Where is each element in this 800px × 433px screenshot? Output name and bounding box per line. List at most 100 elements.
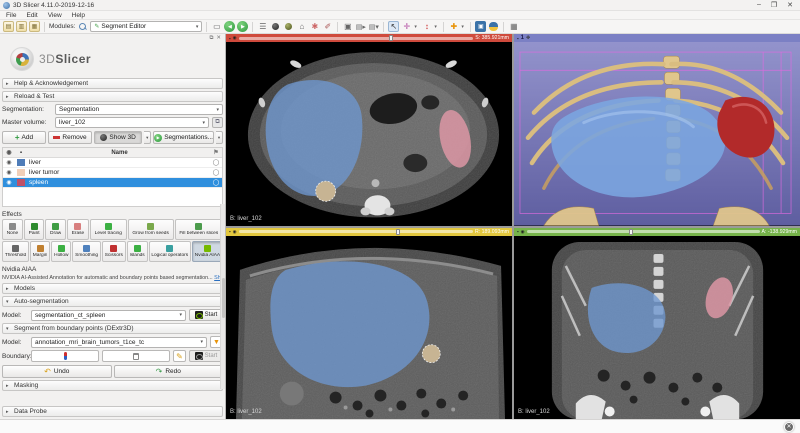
- effect-nvidia-aiaa[interactable]: Nvidia AIAA: [192, 241, 223, 262]
- add-markup-caret-icon[interactable]: ▾: [461, 24, 466, 30]
- volume-settings-button[interactable]: ⧉: [212, 117, 223, 128]
- red-slice-slider[interactable]: [239, 37, 474, 40]
- master-volume-selector[interactable]: liver_102 ▾: [55, 117, 209, 128]
- eye-icon[interactable]: ◉: [3, 179, 15, 186]
- menu-edit[interactable]: Edit: [26, 12, 37, 19]
- pin-icon[interactable]: ▪: [517, 229, 519, 234]
- eye-icon[interactable]: ◉: [3, 169, 15, 176]
- crosshair-caret-icon[interactable]: ▾: [414, 24, 419, 30]
- remove-segment-button[interactable]: Remove: [48, 131, 92, 144]
- panel-float-icon[interactable]: ⧉: [209, 35, 213, 42]
- segment-status-icon[interactable]: ◯: [210, 179, 222, 186]
- threed-view[interactable]: ▪ 1 ✥: [514, 34, 800, 226]
- yellow-slice-slider[interactable]: [239, 230, 473, 233]
- home-module-icon[interactable]: ⌂: [296, 21, 307, 32]
- toast-close-icon[interactable]: ✕: [784, 422, 794, 432]
- restore-views-icon[interactable]: ▤▾: [368, 21, 379, 32]
- segmentations-button[interactable]: ▶Segmentations...: [153, 131, 214, 144]
- segment-row-spleen[interactable]: ◉spleen◯: [3, 178, 222, 188]
- visibility-icon[interactable]: ◉: [233, 229, 237, 235]
- show-3d-dropdown[interactable]: ▾: [144, 131, 151, 144]
- mouse-mode-icon[interactable]: ↖: [388, 21, 399, 32]
- menu-help[interactable]: Help: [72, 12, 85, 19]
- move-icon[interactable]: ✥: [526, 35, 530, 41]
- effect-smoothing[interactable]: Smoothing: [72, 241, 101, 262]
- add-markup-icon[interactable]: ✚: [448, 21, 459, 32]
- layout-selector-icon[interactable]: ▦: [508, 21, 519, 32]
- effect-none[interactable]: None: [2, 219, 23, 240]
- python-console-icon[interactable]: [488, 21, 499, 32]
- module-search-icon[interactable]: [77, 21, 88, 32]
- effect-draw[interactable]: Draw: [45, 219, 66, 240]
- close-button[interactable]: ✕: [787, 1, 793, 9]
- boundary-points-section[interactable]: ▾ Segment from boundary points (DExtr3D): [2, 323, 223, 334]
- reload-test-section[interactable]: ▸ Reload & Test: [2, 91, 223, 102]
- effect-grow-from-seeds[interactable]: Grow from seeds: [128, 219, 174, 240]
- segment-color-swatch[interactable]: [15, 159, 27, 166]
- eye-icon[interactable]: ◉: [3, 159, 15, 166]
- module-forward-button[interactable]: ▶: [237, 21, 248, 32]
- auto-segmentation-section[interactable]: ▾ Auto-segmentation: [2, 296, 223, 307]
- module-history-icon[interactable]: ▭: [211, 21, 222, 32]
- segment-status-icon[interactable]: ◯: [210, 159, 222, 166]
- data-probe-section[interactable]: ▸ Data Probe: [2, 406, 223, 417]
- segment-color-swatch[interactable]: [15, 169, 27, 176]
- add-segment-button[interactable]: +Add: [2, 131, 46, 144]
- effect-paint[interactable]: Paint: [24, 219, 44, 240]
- yellow-slice-view[interactable]: ▪ ◉ R: 189.093mm: [226, 228, 512, 420]
- effect-scissors[interactable]: Scissors: [102, 241, 126, 262]
- segmentations-dropdown[interactable]: ▾: [216, 131, 223, 144]
- menu-file[interactable]: File: [6, 12, 16, 19]
- effect-logical-operators[interactable]: Logical operators: [149, 241, 191, 262]
- auto-model-selector[interactable]: segmentation_ct_spleen ▾: [31, 310, 186, 321]
- visibility-icon[interactable]: ◉: [521, 229, 525, 235]
- boundary-start-button[interactable]: Start: [189, 350, 223, 362]
- ruler-icon[interactable]: ↕: [421, 21, 432, 32]
- red-slice-image[interactable]: [226, 42, 512, 226]
- effect-fill-between-slices[interactable]: Fill between slices: [175, 219, 223, 240]
- module-selector[interactable]: ✎ Segment Editor ▾: [90, 21, 202, 32]
- show-3d-button[interactable]: Show 3D: [94, 131, 142, 144]
- auto-start-button[interactable]: Start: [189, 309, 223, 321]
- masking-section[interactable]: ▸ Masking: [2, 380, 223, 391]
- segment-status-icon[interactable]: ◯: [210, 169, 222, 176]
- threed-scene[interactable]: [514, 42, 800, 226]
- segment-color-swatch[interactable]: [15, 179, 27, 186]
- segmentation-selector[interactable]: Segmentation ▾: [55, 104, 223, 115]
- green-slice-slider[interactable]: [527, 230, 760, 233]
- redo-button[interactable]: ↷Redo: [114, 365, 224, 378]
- green-slice-view[interactable]: ▪ ◉ A: -138.929mm: [514, 228, 800, 420]
- effect-islands[interactable]: Islands: [127, 241, 148, 262]
- capture-icon[interactable]: ▣: [475, 21, 486, 32]
- effect-threshold[interactable]: Threshold: [2, 241, 29, 262]
- edit-boundary-button[interactable]: ✎: [173, 350, 186, 362]
- pin-icon[interactable]: ▪: [229, 36, 231, 41]
- load-data-icon[interactable]: ▤: [3, 21, 14, 32]
- red-slice-view[interactable]: ▪ ◉ S: 385.921mm: [226, 34, 512, 226]
- effect-erase[interactable]: Erase: [67, 219, 89, 240]
- volume-module-icon[interactable]: [283, 21, 294, 32]
- transforms-icon[interactable]: ✱: [309, 21, 320, 32]
- ruler-caret-icon[interactable]: ▾: [434, 24, 439, 30]
- yellow-slice-image[interactable]: [226, 236, 512, 420]
- minimize-button[interactable]: –: [757, 1, 761, 9]
- load-dicom-icon[interactable]: ▥: [16, 21, 27, 32]
- markups-icon[interactable]: ✐: [322, 21, 333, 32]
- module-back-button[interactable]: ◀: [224, 21, 235, 32]
- panel-scrollbar[interactable]: [220, 204, 225, 389]
- scene-views-icon[interactable]: ▤▸: [355, 21, 366, 32]
- segment-row-liver-tumor[interactable]: ◉liver tumor◯: [3, 168, 222, 178]
- pin-icon[interactable]: ▪: [229, 229, 231, 234]
- effect-level-tracing[interactable]: Level tracing: [90, 219, 127, 240]
- maximize-button[interactable]: ❐: [771, 1, 777, 9]
- save-data-icon[interactable]: ▦: [29, 21, 40, 32]
- menu-view[interactable]: View: [48, 12, 62, 19]
- effect-hollow[interactable]: Hollow: [51, 241, 71, 262]
- crosshair-icon[interactable]: ✛: [401, 21, 412, 32]
- aiaa-models-section[interactable]: ▸ Models: [2, 283, 223, 294]
- boundary-model-selector[interactable]: annotation_mri_brain_tumors_t1ce_tc ▾: [31, 337, 207, 348]
- place-boundary-point-button[interactable]: [31, 350, 99, 362]
- segment-row-liver[interactable]: ◉liver◯: [3, 158, 222, 168]
- undo-button[interactable]: ↶Undo: [2, 365, 112, 378]
- delete-boundary-points-button[interactable]: [102, 350, 170, 362]
